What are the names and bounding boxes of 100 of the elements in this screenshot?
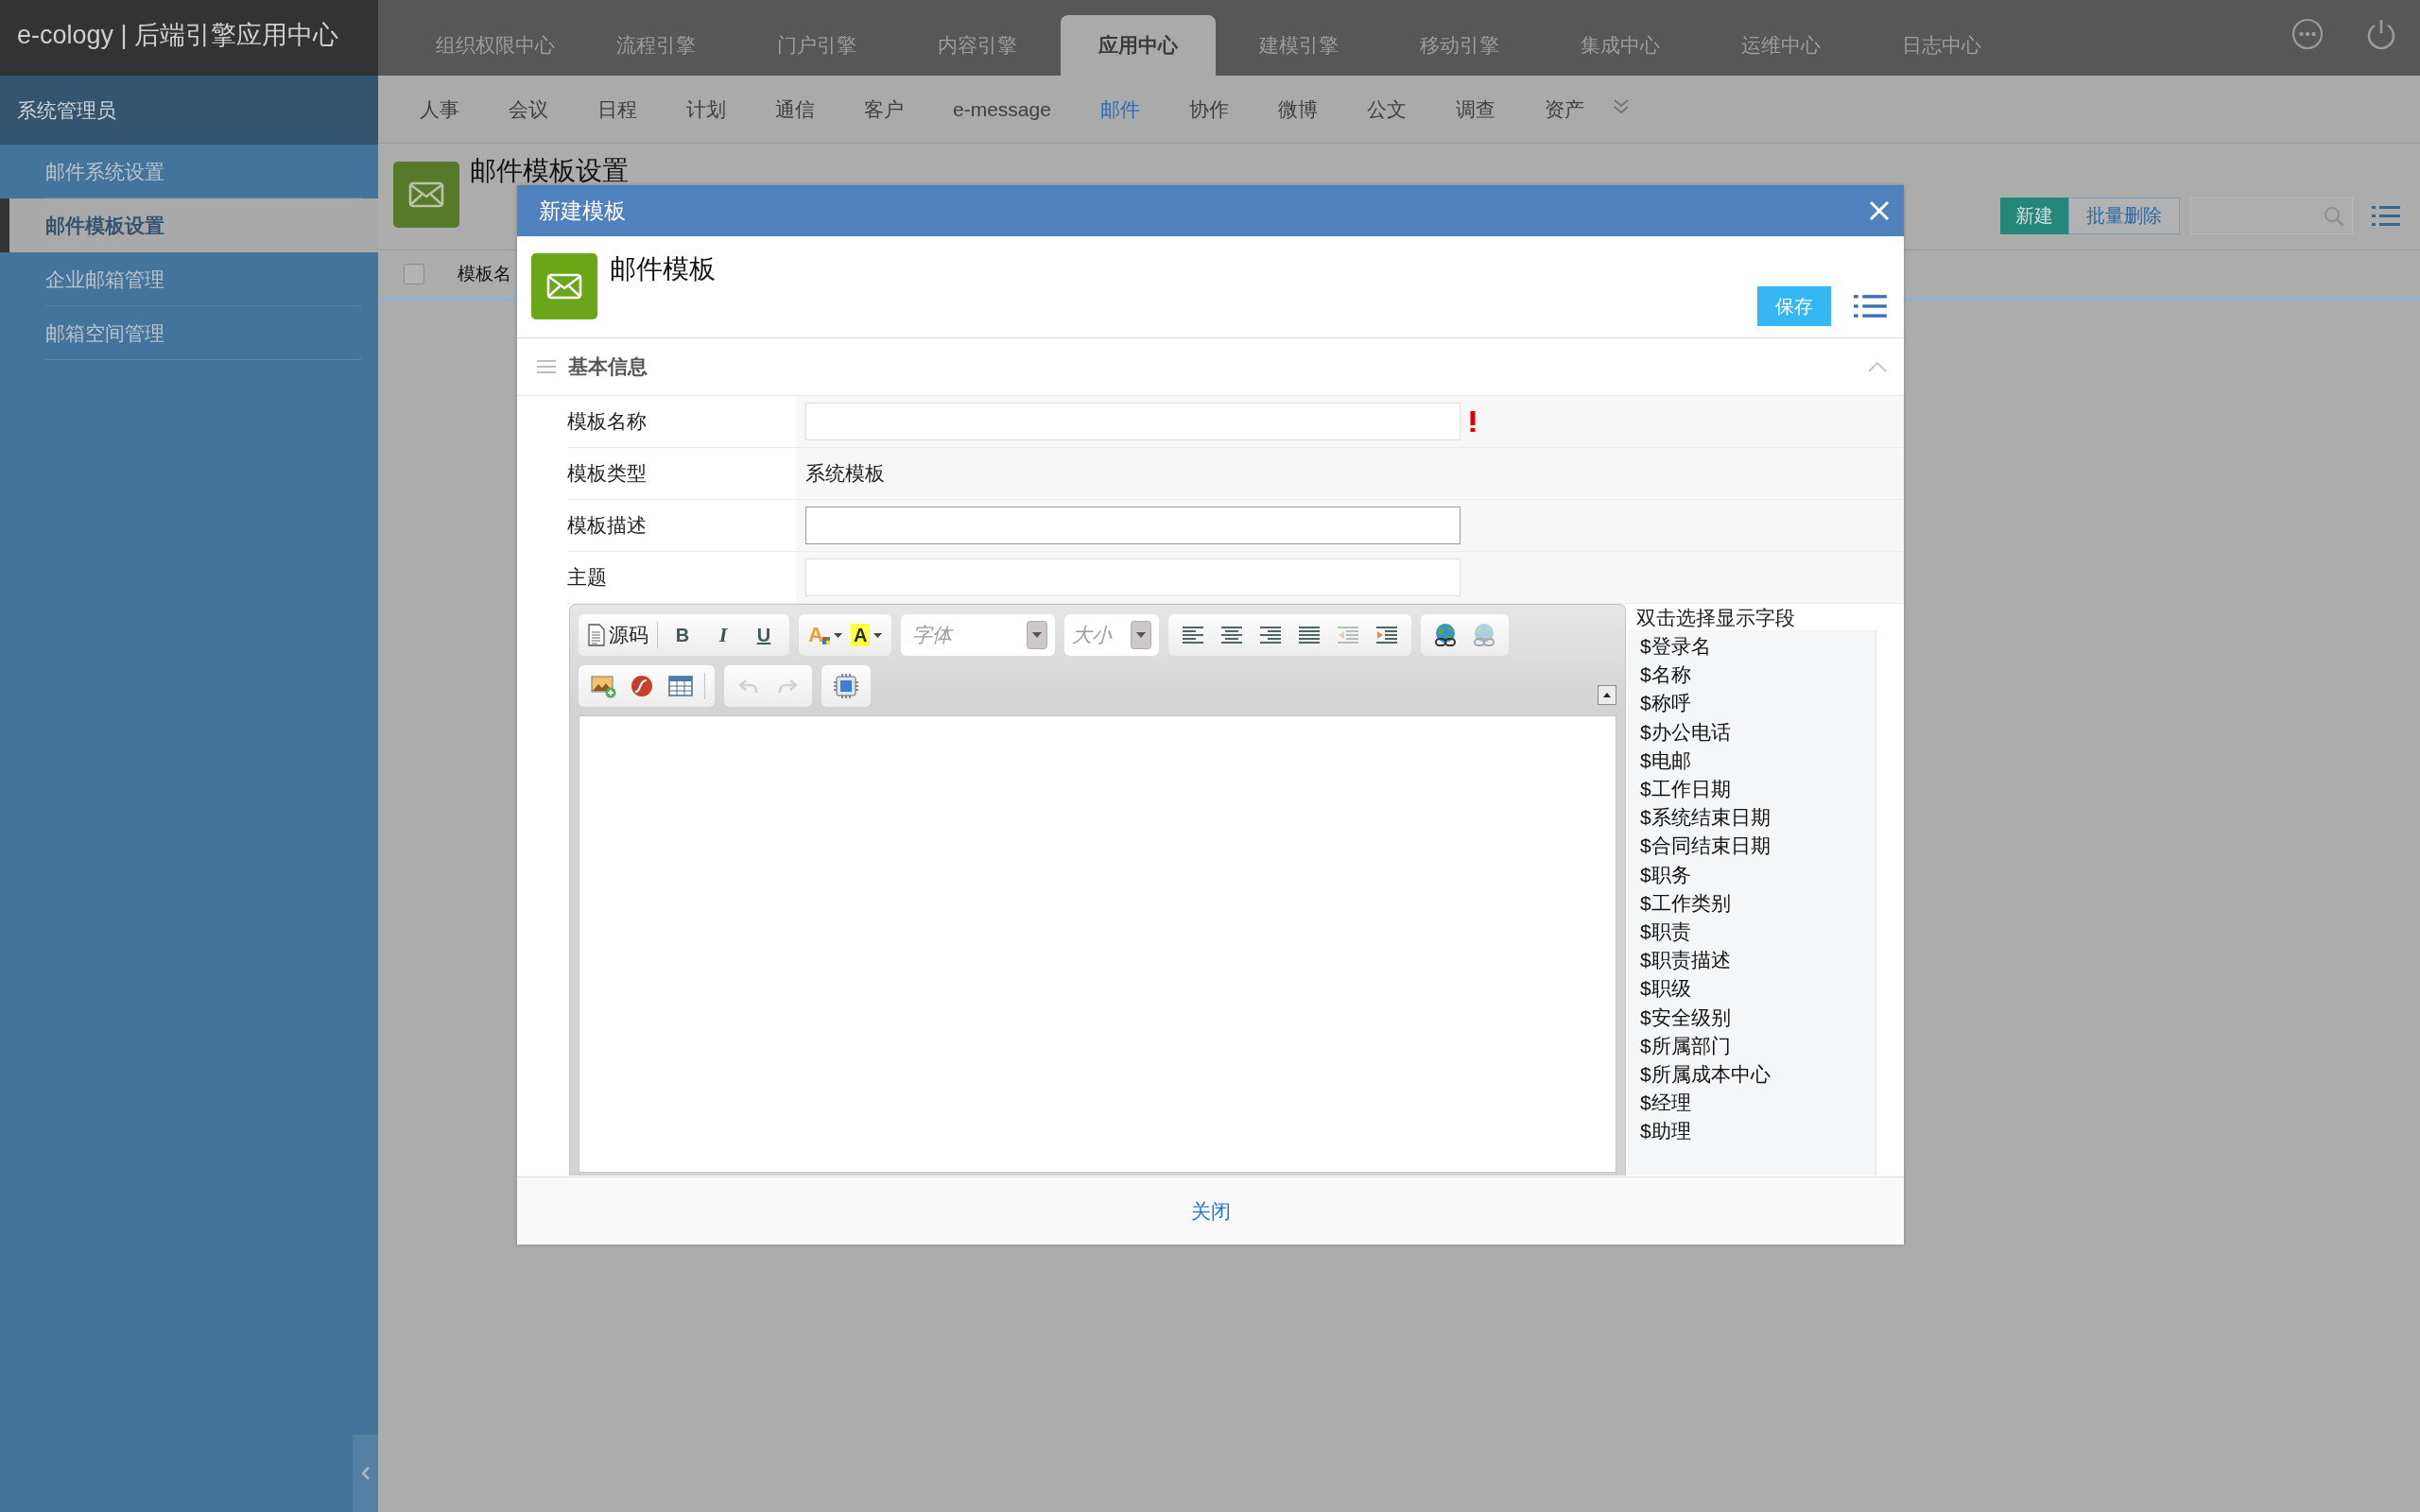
source-code-button[interactable]: 源码 bbox=[588, 620, 648, 650]
sub-nav-tab[interactable]: 客户 bbox=[839, 94, 928, 124]
sub-nav-tab[interactable]: 通信 bbox=[751, 94, 839, 124]
underline-button[interactable]: U bbox=[748, 620, 780, 650]
dialog-title: 新建模板 bbox=[539, 197, 626, 225]
nav-tab[interactable]: 移动引擎 bbox=[1382, 15, 1537, 76]
nav-tab[interactable]: 建模引擎 bbox=[1221, 15, 1376, 76]
double-chevron-down-icon[interactable] bbox=[1612, 97, 1630, 115]
form-label: 主题 bbox=[567, 565, 608, 590]
italic-button[interactable]: I bbox=[707, 620, 739, 650]
field-list-item[interactable]: $办公电话 bbox=[1628, 717, 1731, 747]
triangle-up-icon bbox=[1598, 685, 1616, 705]
bold-button[interactable]: B bbox=[666, 620, 699, 650]
nav-tab[interactable]: 内容引擎 bbox=[900, 15, 1055, 76]
nav-tab[interactable]: 流程引擎 bbox=[579, 15, 734, 76]
sidebar-item[interactable]: 邮件模板设置 bbox=[0, 198, 378, 252]
field-list-item[interactable]: $经理 bbox=[1628, 1089, 1691, 1118]
close-link[interactable]: 关闭 bbox=[1190, 1197, 1231, 1225]
nav-tab[interactable]: 日志中心 bbox=[1864, 15, 2019, 76]
indent-icon bbox=[1376, 626, 1398, 644]
text-input[interactable] bbox=[805, 507, 1461, 544]
font-family-select[interactable]: 字体 bbox=[901, 614, 1056, 656]
sidebar-header: 系统管理员 bbox=[0, 76, 378, 145]
outdent-icon bbox=[1338, 626, 1359, 644]
color-squares-icon bbox=[821, 637, 830, 644]
chip-icon bbox=[834, 674, 858, 698]
sub-nav-tab[interactable]: 微博 bbox=[1253, 94, 1342, 124]
undo-icon bbox=[738, 678, 759, 695]
align-left-icon bbox=[1183, 626, 1204, 644]
caret-down-icon bbox=[873, 632, 883, 638]
sub-nav-tab[interactable]: 计划 bbox=[662, 94, 751, 124]
globe-link-icon bbox=[1472, 623, 1497, 647]
form-label: 模板描述 bbox=[567, 513, 648, 538]
font-size-select[interactable]: 大小 bbox=[1064, 614, 1160, 656]
field-list-item[interactable]: $助理 bbox=[1628, 1117, 1691, 1146]
field-list-item[interactable]: $职责描述 bbox=[1628, 946, 1731, 975]
search-field[interactable] bbox=[2190, 198, 2353, 234]
hamburger-icon bbox=[537, 359, 556, 374]
flash-icon bbox=[631, 675, 653, 697]
field-list-item[interactable]: $所属成本中心 bbox=[1628, 1060, 1771, 1090]
column-header: 模板名 bbox=[458, 263, 511, 285]
field-list-item[interactable]: $职级 bbox=[1628, 974, 1691, 1004]
menu-icon[interactable] bbox=[1854, 294, 1887, 318]
field-list-item[interactable]: $合同结束日期 bbox=[1628, 832, 1771, 861]
sub-nav-tab[interactable]: 邮件 bbox=[1075, 94, 1165, 124]
field-list-item[interactable]: $登录名 bbox=[1628, 632, 1711, 662]
section-title: 基本信息 bbox=[568, 354, 648, 379]
field-list-item[interactable]: $所属部门 bbox=[1628, 1031, 1731, 1061]
align-right-icon bbox=[1260, 626, 1282, 644]
select-all-checkbox[interactable] bbox=[404, 264, 424, 284]
highlight-color-button[interactable]: A bbox=[850, 620, 883, 650]
form-label: 模板名称 bbox=[567, 409, 648, 434]
menu-icon[interactable] bbox=[2372, 205, 2400, 227]
nav-tab[interactable]: 应用中心 bbox=[1061, 15, 1216, 76]
sub-nav-tab[interactable]: 调查 bbox=[1430, 94, 1520, 124]
field-picker-title: 双击选择显示字段 bbox=[1635, 606, 1796, 630]
nav-tab[interactable]: 组织权限中心 bbox=[418, 15, 573, 76]
close-button[interactable] bbox=[1869, 200, 1890, 221]
chevron-up-icon[interactable] bbox=[1868, 361, 1887, 372]
field-list-item[interactable]: $工作类别 bbox=[1628, 888, 1731, 919]
nav-tab[interactable]: 集成中心 bbox=[1543, 15, 1698, 76]
power-icon[interactable] bbox=[2365, 18, 2397, 50]
sub-nav-tab[interactable]: 资产 bbox=[1519, 94, 1609, 124]
nav-tab[interactable]: 运维中心 bbox=[1703, 15, 1858, 76]
toolbar-button[interactable]: 新建 bbox=[2000, 198, 2068, 234]
justify-icon bbox=[1299, 626, 1321, 644]
align-center-icon bbox=[1221, 626, 1243, 644]
field-list-item[interactable]: $职务 bbox=[1628, 860, 1691, 889]
field-list-item[interactable]: $系统结束日期 bbox=[1628, 803, 1771, 833]
field-list-item[interactable]: $名称 bbox=[1628, 661, 1691, 690]
page-title: 邮件模板设置 bbox=[470, 157, 629, 185]
envelope-icon bbox=[531, 253, 597, 319]
toolbar-collapse-button[interactable] bbox=[1598, 685, 1616, 705]
toolbar-button[interactable]: 批量删除 bbox=[2068, 198, 2180, 234]
table-icon bbox=[668, 676, 693, 696]
nav-tab[interactable]: 门户引擎 bbox=[739, 15, 894, 76]
form-label: 模板类型 bbox=[567, 461, 648, 486]
field-list-item[interactable]: $职责 bbox=[1628, 918, 1691, 947]
sub-nav-tab[interactable]: 公文 bbox=[1341, 94, 1431, 124]
redo-icon bbox=[777, 678, 798, 695]
field-value: 系统模板 bbox=[796, 448, 1904, 499]
sub-nav-tab[interactable]: 会议 bbox=[484, 94, 573, 124]
image-icon bbox=[590, 674, 616, 698]
field-list-item[interactable]: $安全级别 bbox=[1628, 1003, 1731, 1032]
sub-nav-tab[interactable]: e-message bbox=[928, 94, 1076, 124]
envelope-icon bbox=[393, 162, 459, 228]
chevron-left-icon bbox=[360, 1466, 371, 1481]
sub-nav-tab[interactable]: 人事 bbox=[395, 94, 484, 124]
sub-nav-tab[interactable]: 日程 bbox=[573, 94, 662, 124]
caret-down-icon bbox=[833, 632, 842, 638]
field-list-item[interactable]: $工作日期 bbox=[1628, 775, 1731, 804]
sub-nav-tab[interactable]: 协作 bbox=[1164, 94, 1253, 124]
dialog-heading: 邮件模板 bbox=[610, 253, 716, 285]
search-icon bbox=[2324, 205, 2344, 227]
maximize-button[interactable] bbox=[831, 671, 861, 701]
field-list-item[interactable]: $电邮 bbox=[1628, 746, 1691, 775]
close-icon bbox=[1869, 200, 1890, 221]
more-icon[interactable] bbox=[2291, 18, 2324, 50]
document-icon bbox=[588, 624, 605, 646]
field-list-item[interactable]: $称呼 bbox=[1628, 689, 1691, 718]
